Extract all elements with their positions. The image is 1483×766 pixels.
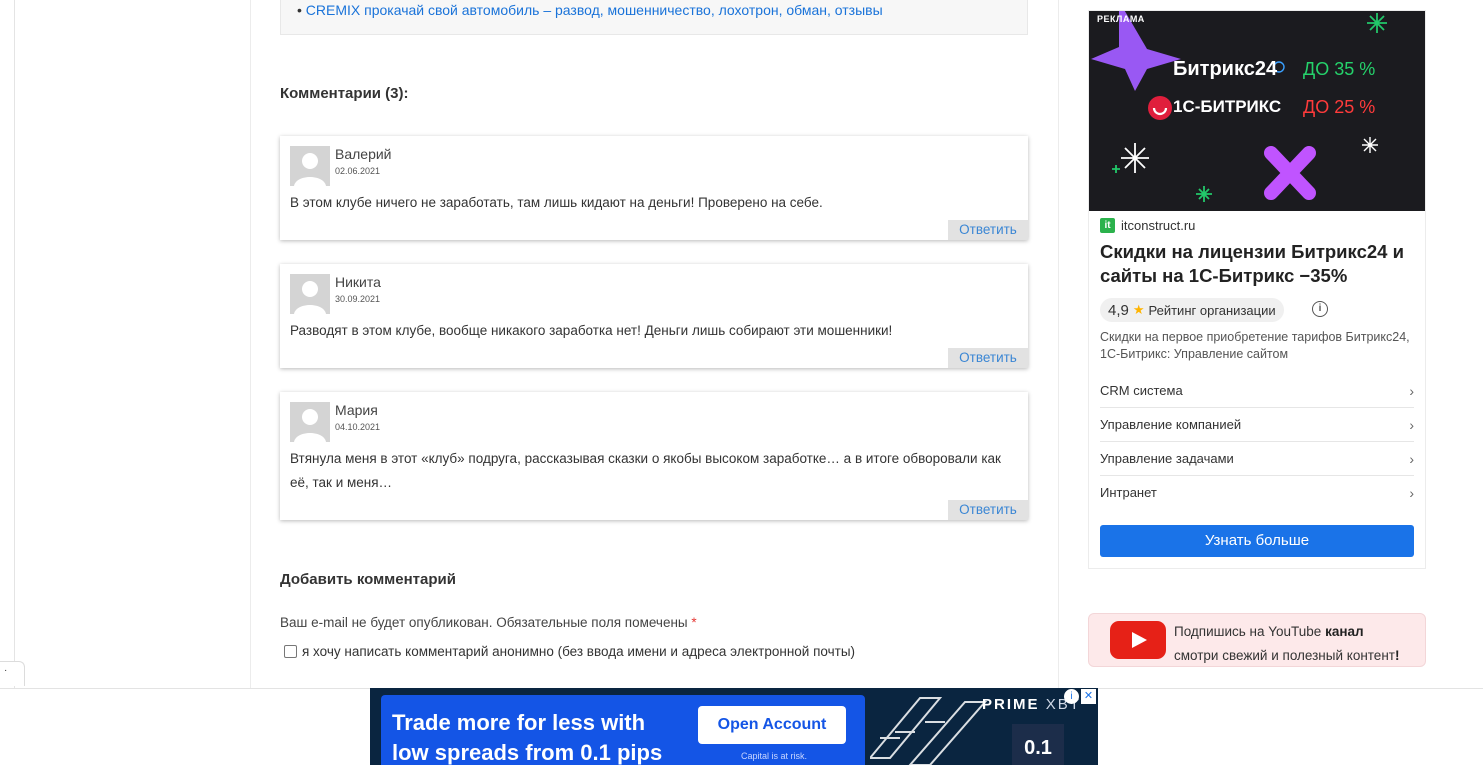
email-note: Ваш e-mail не будет опубликован. Обязате…	[280, 615, 697, 630]
list-bullet: •	[297, 2, 302, 18]
ad-link-label: Управление задачами	[1100, 451, 1234, 466]
anonymous-checkbox[interactable]	[284, 645, 297, 658]
banner-headline-line2: low spreads from 0.1 pips	[392, 740, 663, 765]
ad-site-domain: itconstruct.ru	[1121, 218, 1196, 233]
sidebar-ad[interactable]: РЕКЛАМА Битрикс24 ДО 35 % 1С-БИТРИКС ДО …	[1088, 10, 1426, 569]
email-note-text: Ваш e-mail не будет опубликован. Обязате…	[280, 615, 688, 630]
ad-label: РЕКЛАМА	[1097, 14, 1145, 24]
page-left-border	[14, 0, 15, 688]
comment-text: Разводят в этом клубе, вообще никакого з…	[290, 323, 893, 338]
chevron-right-icon: ›	[1409, 382, 1414, 399]
reply-button[interactable]: Ответить	[948, 500, 1028, 520]
banner-value: 0.1	[1012, 724, 1064, 765]
ad-discount-2: ДО 25 %	[1303, 97, 1376, 117]
banner-panel: Trade more for less with low spreads fro…	[381, 695, 865, 765]
anonymous-option[interactable]: я хочу написать комментарий анонимно (бе…	[284, 644, 855, 659]
banner-headline: Trade more for less with low spreads fro…	[392, 708, 662, 765]
ad-link-item[interactable]: Интранет ›	[1100, 476, 1414, 509]
youtube-icon	[1110, 621, 1166, 659]
ad-discount-1: ДО 35 %	[1303, 59, 1376, 79]
avatar-icon	[290, 402, 330, 442]
anonymous-label: я хочу написать комментарий анонимно (бе…	[302, 644, 856, 659]
reply-button[interactable]: Ответить	[948, 348, 1028, 368]
open-account-button[interactable]: Open Account	[698, 706, 846, 744]
ad-info-icon[interactable]: i	[1064, 689, 1079, 704]
ad-link-label: CRM система	[1100, 383, 1183, 398]
ad-link-item[interactable]: Управление компанией ›	[1100, 408, 1414, 442]
comment-author: Валерий	[335, 146, 392, 162]
star-icon: ★	[1132, 302, 1145, 317]
site-logo-icon: it	[1100, 218, 1115, 233]
bottom-banner-ad[interactable]: Trade more for less with low spreads fro…	[370, 688, 1098, 765]
youtube-line1: Подпишись на YouTube	[1174, 624, 1322, 639]
related-posts-box: • CREMIX прокачай свой автомобиль – разв…	[280, 0, 1028, 35]
rating-label: Рейтинг организации	[1148, 302, 1276, 318]
content-right-border	[1058, 0, 1059, 688]
dots-icon: ·	[4, 665, 8, 676]
info-icon[interactable]: i	[1312, 301, 1328, 317]
ad-link-item[interactable]: CRM система ›	[1100, 374, 1414, 408]
reply-button[interactable]: Ответить	[948, 220, 1028, 240]
youtube-line2-bold: !	[1394, 648, 1400, 663]
ad-brand-1c-bitrix: 1С-БИТРИКС	[1173, 97, 1282, 116]
comments-title: Комментарии (3):	[280, 85, 409, 102]
youtube-line1-bold: канал	[1325, 624, 1364, 639]
comment-date: 04.10.2021	[335, 422, 381, 432]
chevron-right-icon: ›	[1409, 416, 1414, 433]
required-mark: *	[691, 615, 697, 630]
rating-score: 4,9	[1108, 301, 1129, 319]
comment-text: Втянула меня в этот «клуб» подруга, расс…	[290, 451, 1001, 490]
ad-link-label: Управление компанией	[1100, 417, 1242, 432]
ad-link-label: Интранет	[1100, 485, 1157, 500]
content-left-border	[250, 0, 251, 688]
ad-site[interactable]: it itconstruct.ru	[1100, 218, 1195, 233]
close-icon[interactable]: ✕	[1081, 689, 1096, 704]
ad-brand-bitrix24: Битрикс24	[1173, 58, 1278, 80]
add-comment-title: Добавить комментарий	[280, 571, 456, 588]
chevron-right-icon: ›	[1409, 450, 1414, 467]
related-post-link[interactable]: CREMIX прокачай свой автомобиль – развод…	[306, 2, 883, 18]
comment-author: Никита	[335, 274, 381, 290]
comment-date: 02.06.2021	[335, 166, 381, 176]
chevron-right-icon: ›	[1409, 484, 1414, 501]
ad-rating-badge: 4,9 ★ Рейтинг организации	[1100, 298, 1284, 322]
collapse-tab[interactable]: ·	[0, 661, 25, 686]
youtube-line2: смотри свежий и полезный контент	[1174, 648, 1395, 663]
ad-cta-button[interactable]: Узнать больше	[1100, 525, 1414, 557]
comment-author: Мария	[335, 402, 378, 418]
ad-link-item[interactable]: Управление задачами ›	[1100, 442, 1414, 476]
comment-item: Валерий 02.06.2021 В этом клубе ничего н…	[280, 136, 1028, 240]
banner-headline-line1: Trade more for less with	[392, 710, 646, 735]
banner-brand-name: PRIME	[982, 696, 1040, 713]
youtube-text: Подпишись на YouTube канал смотри свежий…	[1174, 620, 1399, 668]
youtube-subscribe-box[interactable]: Подпишись на YouTube канал смотри свежий…	[1088, 613, 1426, 667]
comment-text: В этом клубе ничего не заработать, там л…	[290, 195, 823, 210]
ad-links-list: CRM система › Управление компанией › Управ…	[1100, 374, 1414, 509]
avatar-icon	[290, 274, 330, 314]
comment-item: Никита 30.09.2021 Разводят в этом клубе,…	[280, 264, 1028, 368]
banner-risk-note: Capital is at risk.	[741, 751, 808, 761]
avatar-icon	[290, 146, 330, 186]
ad-description: Скидки на первое приобретение тарифов Би…	[1100, 330, 1410, 361]
ad-image[interactable]: РЕКЛАМА Битрикс24 ДО 35 % 1С-БИТРИКС ДО …	[1089, 11, 1425, 211]
comment-date: 30.09.2021	[335, 294, 381, 304]
comment-item: Мария 04.10.2021 Втянула меня в этот «кл…	[280, 392, 1028, 520]
ad-headline[interactable]: Скидки на лицензии Битрикс24 и сайты на …	[1100, 240, 1420, 288]
